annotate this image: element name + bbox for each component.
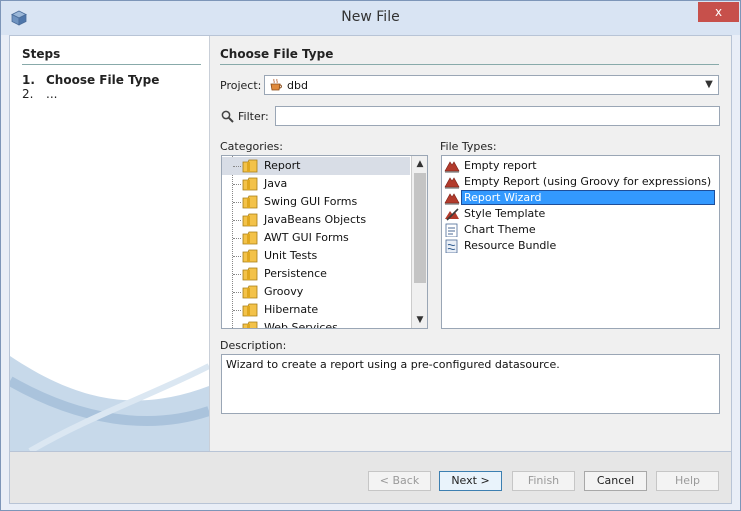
dialog-content: Steps 1. Choose File Type 2.... Choose Fi…	[9, 35, 732, 452]
steps-title: Steps	[22, 47, 61, 61]
tree-branch-line	[233, 166, 241, 167]
category-item[interactable]: Unit Tests	[222, 247, 410, 265]
file-type-label: Empty Report (using Groovy for expressio…	[464, 175, 712, 188]
file-type-item[interactable]: Resource Bundle	[442, 237, 719, 255]
folder-icon	[242, 249, 258, 263]
folder-icon	[242, 231, 258, 245]
new-file-dialog: New File x Steps 1. Choose File Type 2...…	[0, 0, 741, 511]
step-item: 1. Choose File Type	[22, 73, 159, 87]
category-item[interactable]: Persistence	[222, 265, 410, 283]
tree-branch-line	[233, 184, 241, 185]
finish-button[interactable]: Finish	[512, 471, 575, 491]
description-text: Wizard to create a report using a pre-co…	[221, 354, 720, 414]
tree-branch-line	[233, 328, 241, 329]
close-icon: x	[714, 5, 723, 19]
file-type-label: Chart Theme	[464, 223, 536, 236]
category-label: Swing GUI Forms	[264, 195, 358, 208]
step-number: 1.	[22, 73, 35, 87]
category-label: Hibernate	[264, 303, 319, 316]
step-label: ...	[46, 87, 58, 101]
close-button[interactable]: x	[698, 2, 739, 22]
chevron-down-icon[interactable]: ▼	[702, 78, 716, 92]
scroll-thumb[interactable]	[414, 173, 426, 283]
categories-scrollbar[interactable]: ▲ ▼	[411, 156, 427, 328]
categories-label: Categories:	[220, 140, 283, 153]
folder-icon	[242, 267, 258, 281]
scroll-down-icon[interactable]: ▼	[412, 312, 427, 328]
style-icon	[445, 208, 459, 221]
file-type-label: Report Wizard	[461, 190, 715, 205]
folder-icon	[242, 159, 258, 173]
report-icon	[444, 161, 460, 173]
category-item[interactable]: Report	[222, 157, 410, 175]
project-value: dbd	[287, 79, 308, 92]
project-dropdown[interactable]: dbd ▼	[264, 75, 719, 95]
coffee-cup-icon	[270, 78, 282, 91]
filter-label: Filter:	[238, 110, 269, 123]
tree-branch-line	[233, 292, 241, 293]
file-type-label: Style Template	[464, 207, 546, 220]
file-type-label: Empty report	[464, 159, 537, 172]
category-label: Groovy	[264, 285, 304, 298]
category-item[interactable]: Web Services	[222, 319, 410, 329]
section-title: Choose File Type	[220, 47, 334, 61]
resource-bundle-icon	[445, 239, 458, 253]
help-button[interactable]: Help	[656, 471, 719, 491]
folder-icon	[242, 213, 258, 227]
steps-divider	[22, 64, 201, 65]
step-item: 2....	[22, 87, 57, 101]
section-divider	[220, 64, 719, 65]
category-label: Persistence	[264, 267, 327, 280]
tree-branch-line	[233, 274, 241, 275]
next-button[interactable]: Next >	[439, 471, 502, 491]
button-bar: < Back Next > Finish Cancel Help	[9, 452, 732, 504]
tree-branch-line	[233, 310, 241, 311]
title-bar[interactable]: New File x	[1, 1, 740, 35]
category-label: Web Services	[264, 321, 338, 329]
category-item[interactable]: JavaBeans Objects	[222, 211, 410, 229]
cancel-button[interactable]: Cancel	[584, 471, 647, 491]
category-item[interactable]: Groovy	[222, 283, 410, 301]
window-title: New File	[341, 9, 400, 25]
search-icon	[221, 110, 234, 123]
file-types-label: File Types:	[440, 140, 497, 153]
file-types-list[interactable]: Empty report Empty Report (using Groovy f…	[441, 155, 720, 329]
steps-panel: Steps 1. Choose File Type 2....	[10, 36, 210, 451]
back-button[interactable]: < Back	[368, 471, 431, 491]
folder-icon	[242, 321, 258, 328]
tree-branch-line	[233, 220, 241, 221]
folder-icon	[242, 177, 258, 191]
report-icon	[444, 177, 460, 189]
filter-input[interactable]	[275, 106, 720, 126]
file-type-label: Resource Bundle	[464, 239, 557, 252]
tree-branch-line	[233, 256, 241, 257]
category-item[interactable]: Swing GUI Forms	[222, 193, 410, 211]
category-item[interactable]: AWT GUI Forms	[222, 229, 410, 247]
tree-branch-line	[233, 202, 241, 203]
step-label: Choose File Type	[46, 73, 160, 87]
decorative-swoosh-graphic	[10, 356, 209, 451]
scroll-up-icon[interactable]: ▲	[412, 156, 427, 172]
folder-icon	[242, 285, 258, 299]
folder-icon	[242, 303, 258, 317]
categories-tree[interactable]: Report Java Swing GUI Forms JavaBeans Objec…	[221, 155, 428, 329]
project-label: Project:	[220, 79, 262, 92]
tree-branch-line	[233, 238, 241, 239]
step-number: 2.	[22, 87, 34, 101]
category-label: Java	[264, 177, 288, 190]
category-label: Report	[264, 159, 301, 172]
description-label: Description:	[220, 339, 287, 352]
category-label: Unit Tests	[264, 249, 318, 262]
category-item[interactable]: Java	[222, 175, 410, 193]
category-item[interactable]: Hibernate	[222, 301, 410, 319]
chart-theme-icon	[445, 223, 458, 237]
category-label: AWT GUI Forms	[264, 231, 349, 244]
category-label: JavaBeans Objects	[264, 213, 367, 226]
folder-icon	[242, 195, 258, 209]
report-icon	[444, 193, 460, 205]
